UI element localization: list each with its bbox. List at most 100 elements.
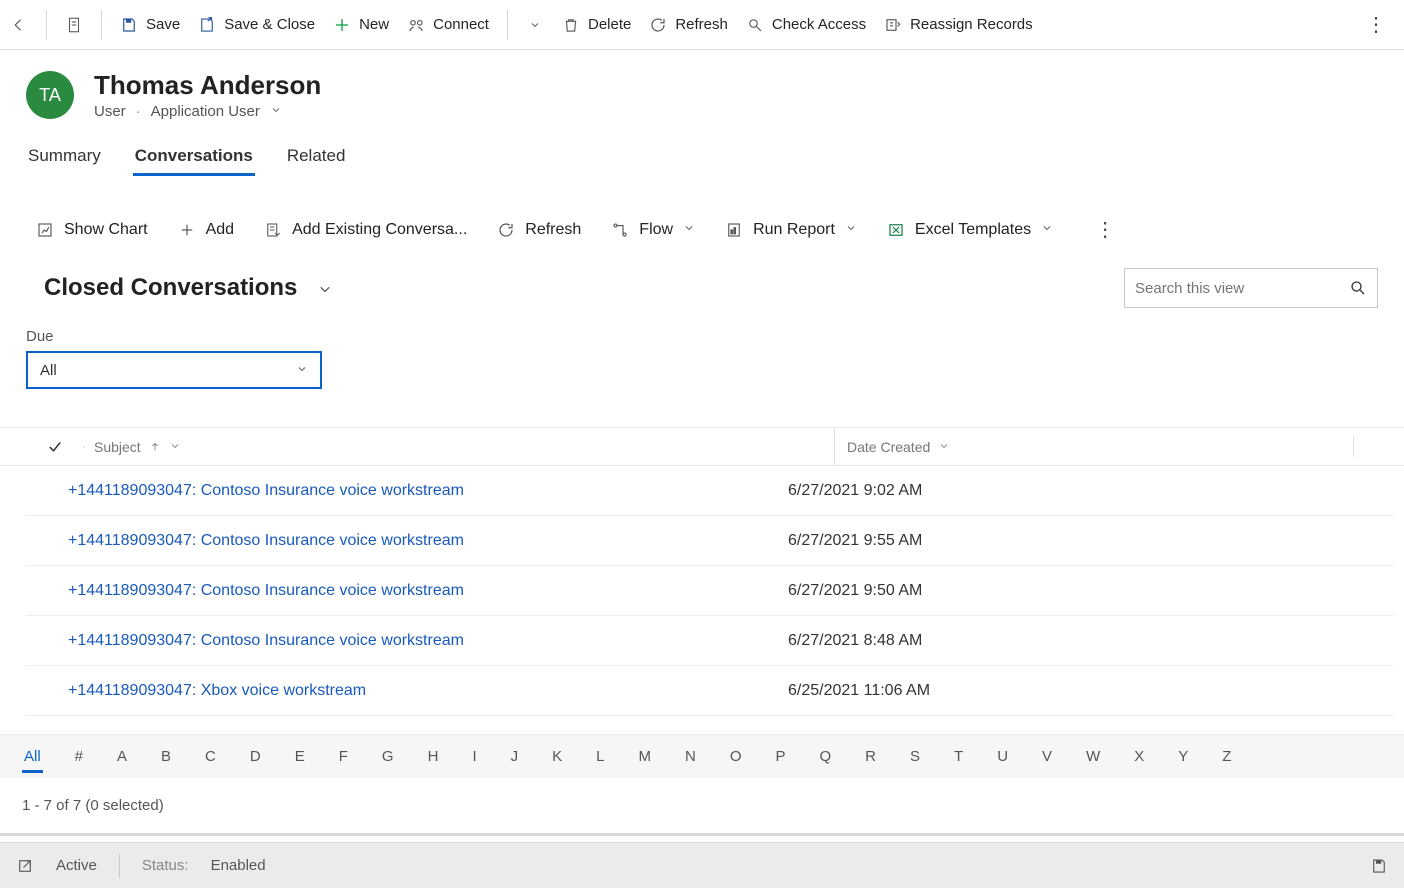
add-existing-icon xyxy=(264,221,282,239)
chevron-down-icon xyxy=(1041,221,1053,239)
alpha-f[interactable]: F xyxy=(339,748,348,765)
overflow-menu[interactable]: ⋮ xyxy=(1358,12,1394,37)
alpha-z[interactable]: Z xyxy=(1222,748,1231,765)
column-subject[interactable]: Subject xyxy=(84,438,834,456)
chevron-down-icon xyxy=(683,221,695,239)
alpha-w[interactable]: W xyxy=(1086,748,1100,765)
alpha-all[interactable]: All xyxy=(24,748,41,765)
check-access-label: Check Access xyxy=(772,16,866,33)
alpha-p[interactable]: P xyxy=(775,748,785,765)
excel-templates-button[interactable]: Excel Templates xyxy=(887,221,1053,239)
row-subject-link[interactable]: +1441189093047: Contoso Insurance voice … xyxy=(26,582,776,600)
row-subject-link[interactable]: +1441189093047: Contoso Insurance voice … xyxy=(26,632,776,650)
column-date-menu[interactable] xyxy=(938,439,950,455)
popout-icon[interactable] xyxy=(16,857,34,875)
column-subject-menu[interactable] xyxy=(169,439,181,455)
document-button[interactable] xyxy=(65,16,83,34)
reassign-button[interactable]: Reassign Records xyxy=(884,16,1033,34)
status-value: Enabled xyxy=(211,857,266,874)
table-row[interactable]: +1441189093047: Contoso Insurance voice … xyxy=(26,616,1394,666)
alpha-c[interactable]: C xyxy=(205,748,216,765)
row-subject-link[interactable]: +1441189093047: Xbox voice workstream xyxy=(26,682,776,700)
connect-split-button[interactable] xyxy=(526,16,544,34)
search-view[interactable] xyxy=(1124,268,1378,308)
chevron-down-icon xyxy=(296,362,308,379)
table-row[interactable]: +1441189093047: Contoso Insurance voice … xyxy=(26,466,1394,516)
view-header: Closed Conversations xyxy=(0,260,1404,316)
alpha-v[interactable]: V xyxy=(1042,748,1052,765)
alpha-n[interactable]: N xyxy=(685,748,696,765)
alpha-u[interactable]: U xyxy=(997,748,1008,765)
app-role-dropdown[interactable] xyxy=(270,103,282,120)
new-button[interactable]: New xyxy=(333,16,389,34)
save-button[interactable]: Save xyxy=(120,16,180,34)
row-subject-link[interactable]: +1441189093047: Contoso Insurance voice … xyxy=(26,532,776,550)
tab-summary[interactable]: Summary xyxy=(26,140,103,176)
refresh-icon xyxy=(649,16,667,34)
pager-text: 1 - 7 of 7 (0 selected) xyxy=(22,797,164,814)
table-row[interactable]: +1441189093047: Xbox voice workstream6/2… xyxy=(26,666,1394,716)
connect-button[interactable]: Connect xyxy=(407,16,489,34)
column-date[interactable]: Date Created xyxy=(834,428,1354,465)
alpha-y[interactable]: Y xyxy=(1178,748,1188,765)
plus-icon xyxy=(178,221,196,239)
alpha-h[interactable]: H xyxy=(428,748,439,765)
alpha-k[interactable]: K xyxy=(552,748,562,765)
alpha-g[interactable]: G xyxy=(382,748,394,765)
add-existing-button[interactable]: Add Existing Conversa... xyxy=(264,221,467,239)
connect-label: Connect xyxy=(433,16,489,33)
divider xyxy=(101,10,102,40)
select-all[interactable] xyxy=(26,438,84,456)
alpha-j[interactable]: J xyxy=(511,748,519,765)
show-chart-button[interactable]: Show Chart xyxy=(36,221,148,239)
table-row[interactable]: +1441189093047: Contoso Insurance voice … xyxy=(26,516,1394,566)
alpha-d[interactable]: D xyxy=(250,748,261,765)
alpha-a[interactable]: A xyxy=(117,748,127,765)
view-selector[interactable] xyxy=(317,268,334,307)
check-access-button[interactable]: Check Access xyxy=(746,16,866,34)
divider xyxy=(46,10,47,40)
alpha-e[interactable]: E xyxy=(295,748,305,765)
alpha-m[interactable]: M xyxy=(638,748,651,765)
avatar: TA xyxy=(26,71,74,119)
save-icon[interactable] xyxy=(1370,857,1388,875)
delete-label: Delete xyxy=(588,16,631,33)
save-label: Save xyxy=(146,16,180,33)
back-button[interactable] xyxy=(10,16,28,34)
due-value: All xyxy=(40,362,57,379)
save-close-button[interactable]: Save & Close xyxy=(198,16,315,34)
run-report-button[interactable]: Run Report xyxy=(725,221,857,239)
grid-refresh-button[interactable]: Refresh xyxy=(497,221,581,239)
search-input[interactable] xyxy=(1135,280,1349,297)
row-date: 6/27/2021 9:02 AM xyxy=(776,482,1296,500)
add-button[interactable]: Add xyxy=(178,221,234,239)
alpha-b[interactable]: B xyxy=(161,748,171,765)
page-title: Thomas Anderson xyxy=(94,70,321,101)
alpha-o[interactable]: O xyxy=(730,748,742,765)
app-role-label: Application User xyxy=(151,103,260,120)
alpha-x[interactable]: X xyxy=(1134,748,1144,765)
alpha-index: All # A B C D E F G H I J K L M N O P Q R S T U V W X Y Z xyxy=(0,734,1404,778)
tab-conversations[interactable]: Conversations xyxy=(133,140,255,176)
alpha-q[interactable]: Q xyxy=(820,748,832,765)
run-report-label: Run Report xyxy=(753,221,835,239)
flow-button[interactable]: Flow xyxy=(611,221,695,239)
search-icon xyxy=(1349,279,1367,297)
arrow-left-icon xyxy=(10,16,28,34)
delete-button[interactable]: Delete xyxy=(562,16,631,34)
status-label: Status: xyxy=(142,857,189,874)
table-row[interactable]: +1441189093047: Contoso Insurance voice … xyxy=(26,566,1394,616)
grid-overflow-menu[interactable]: ⋮ xyxy=(1087,217,1123,242)
alpha-s[interactable]: S xyxy=(910,748,920,765)
refresh-button[interactable]: Refresh xyxy=(649,16,728,34)
alpha-l[interactable]: L xyxy=(596,748,604,765)
alpha-i[interactable]: I xyxy=(472,748,476,765)
due-select[interactable]: All xyxy=(26,351,322,389)
grid-header-row: Subject Date Created xyxy=(0,428,1404,466)
row-subject-link[interactable]: +1441189093047: Contoso Insurance voice … xyxy=(26,482,776,500)
alpha-#[interactable]: # xyxy=(75,748,83,765)
column-date-label: Date Created xyxy=(847,439,930,455)
alpha-t[interactable]: T xyxy=(954,748,963,765)
alpha-r[interactable]: R xyxy=(865,748,876,765)
tab-related[interactable]: Related xyxy=(285,140,348,176)
